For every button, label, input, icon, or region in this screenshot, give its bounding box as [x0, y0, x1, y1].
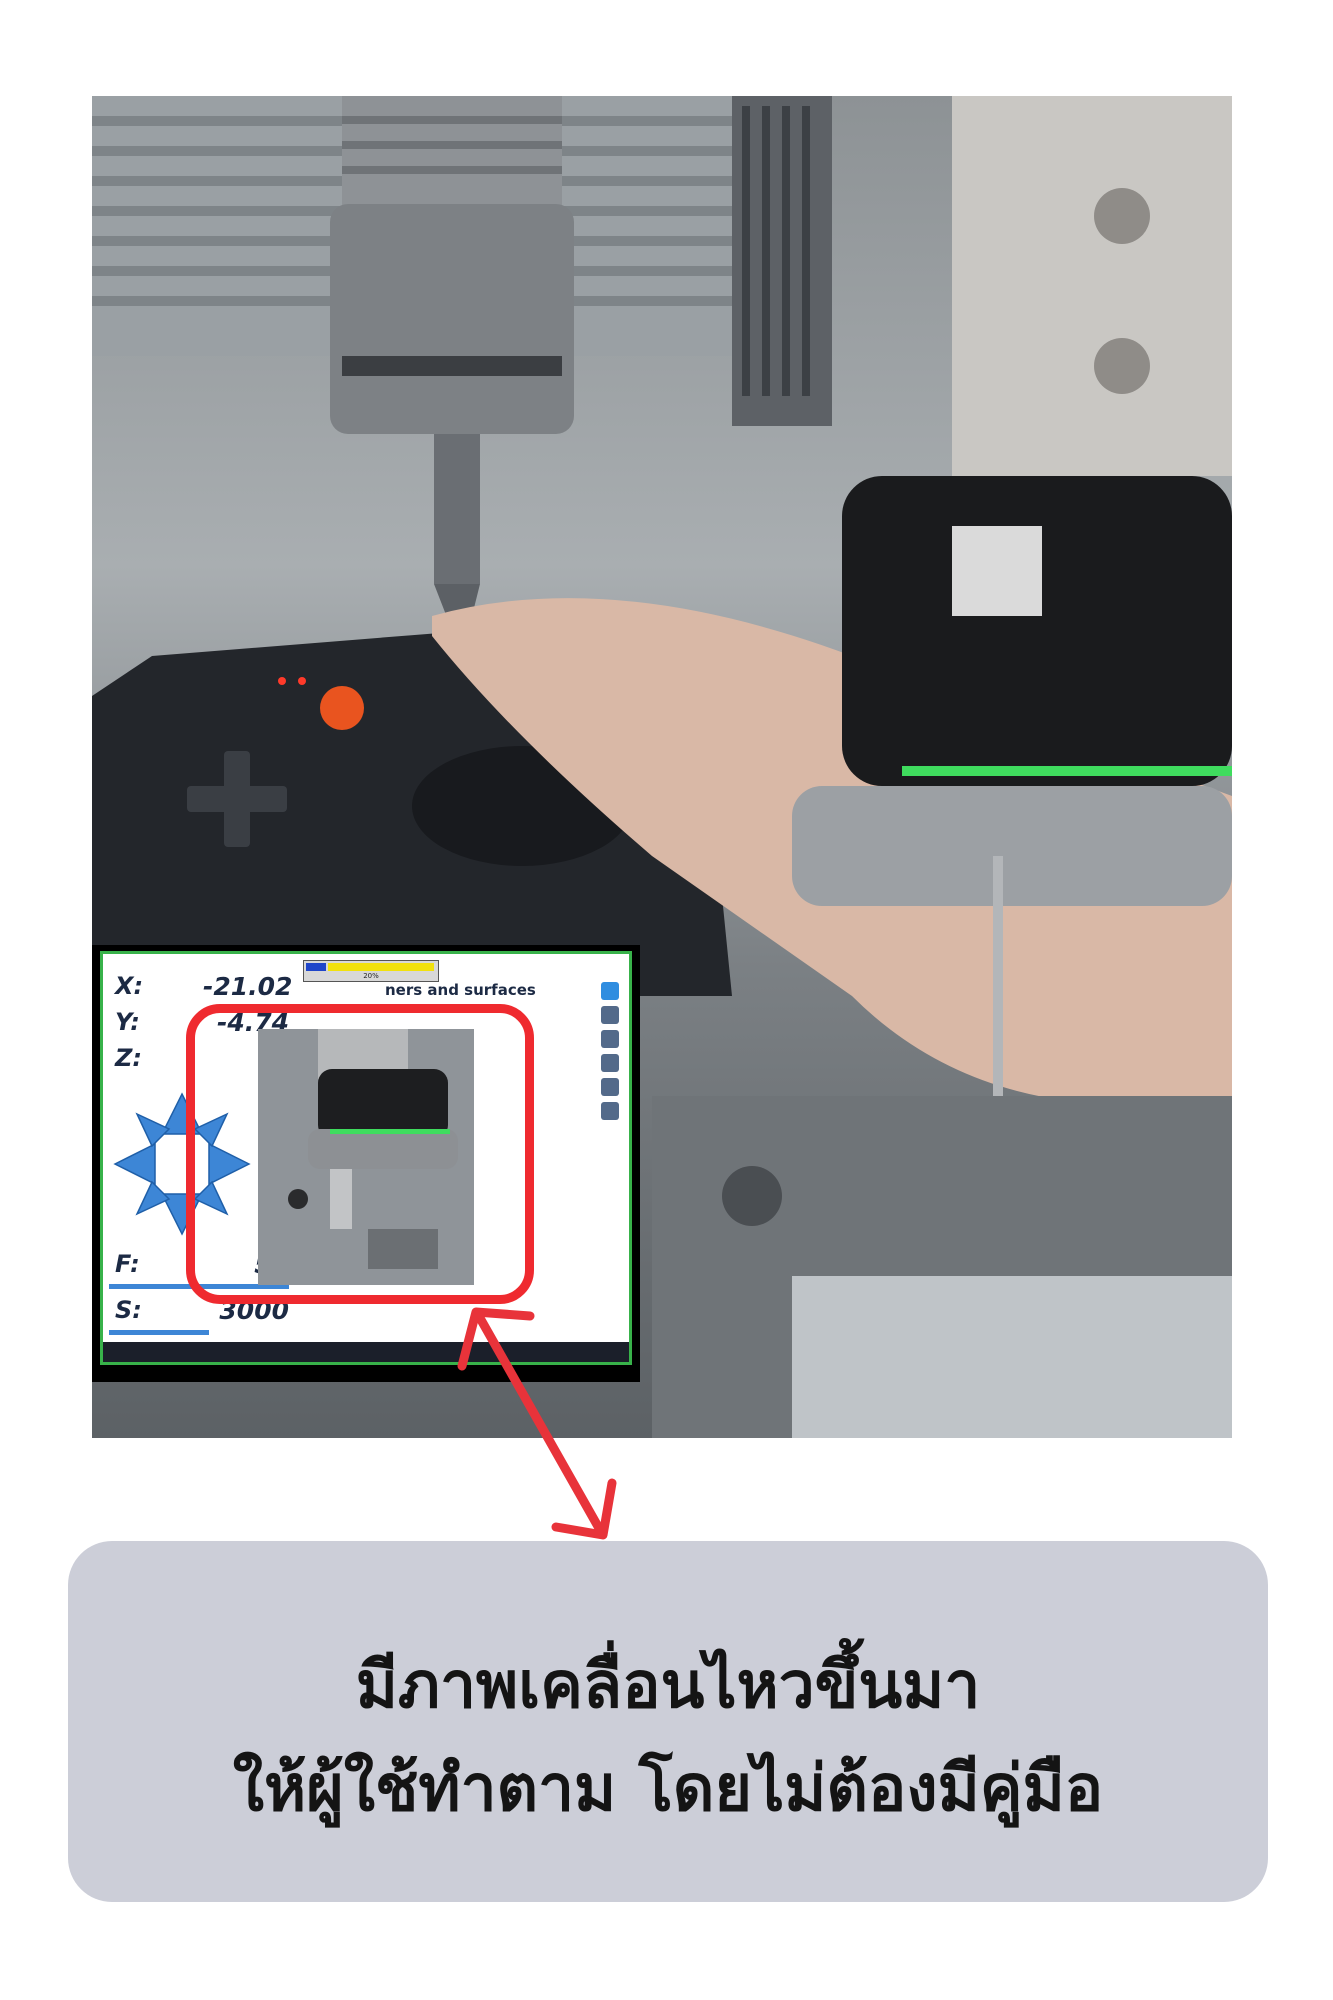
caption-box: มีภาพเคลื่อนไหวขึ้นมา ให้ผู้ใช้ทำตาม โดย…	[68, 1541, 1268, 1902]
caption-line-2: ให้ผู้ใช้ทำตาม โดยไม่ต้องมีคู่มือ	[232, 1752, 1104, 1826]
caption-line-1: มีภาพเคลื่อนไหวขึ้นมา	[355, 1649, 981, 1723]
